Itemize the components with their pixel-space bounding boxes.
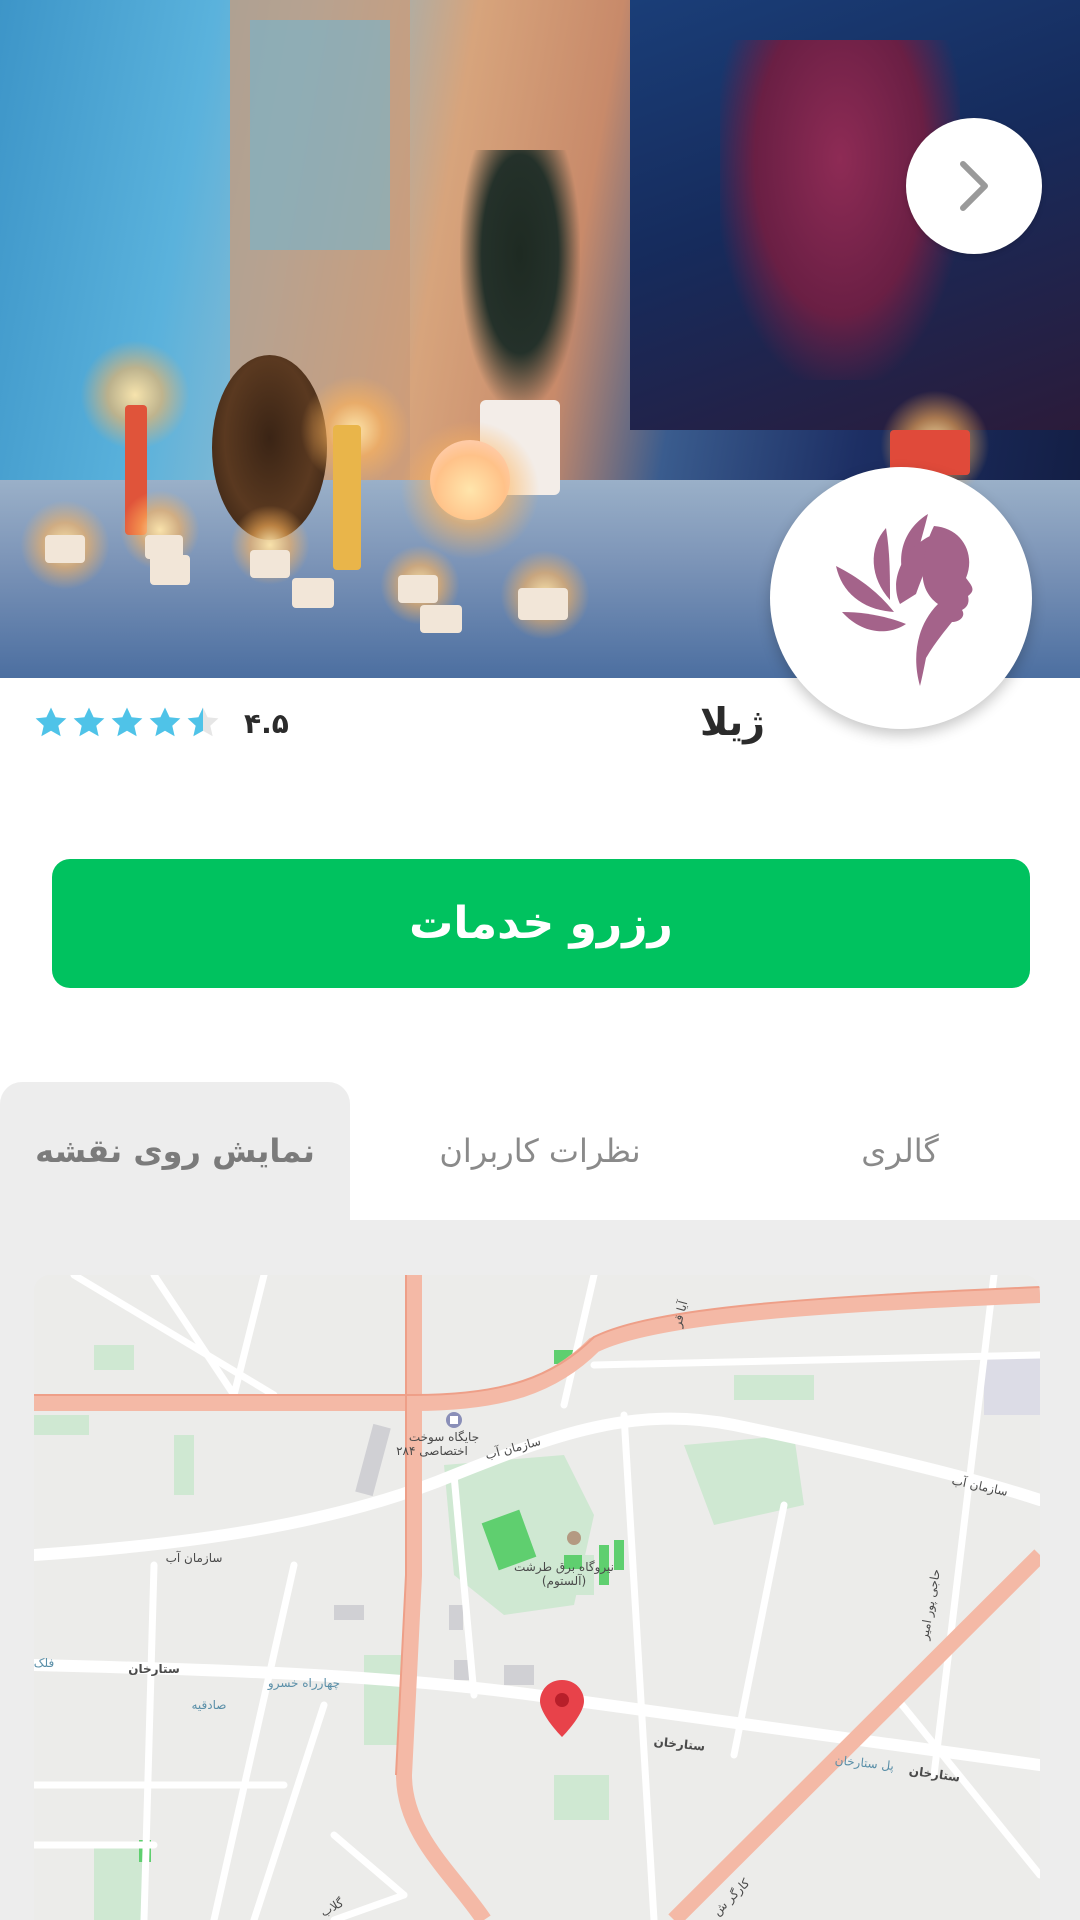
salon-name: ژیلا bbox=[700, 700, 765, 744]
map-label-falak: فلک bbox=[34, 1656, 54, 1670]
map-label-gas: جایگاه سوخت bbox=[409, 1430, 479, 1445]
map-label-sattarkhan-2: ستارخان bbox=[653, 1734, 706, 1753]
map-label-khosro: چهارراه خسرو bbox=[267, 1676, 340, 1691]
tab-user-reviews[interactable]: نظرات کاربران bbox=[380, 1082, 700, 1220]
candle-glow bbox=[400, 420, 540, 560]
map-label-sattarkhan-1: ستارخان bbox=[128, 1662, 180, 1676]
rating-value: ۴.۵ bbox=[244, 706, 289, 740]
map-view[interactable]: جایگاه سوخت اختصاصی ۲۸۴ نیروگاه برق طرشت… bbox=[34, 1275, 1040, 1920]
map-label-gas-2: اختصاصی ۲۸۴ bbox=[396, 1444, 468, 1458]
map-label-haji: حاجی پور امیر bbox=[917, 1568, 944, 1642]
map-label-water-2: سازمان آب bbox=[166, 1550, 223, 1566]
map-label-sadeghieh: صادقیه bbox=[192, 1698, 227, 1712]
chevron-right-icon bbox=[960, 161, 988, 211]
rating: ۴.۵ bbox=[32, 704, 289, 742]
plant bbox=[460, 150, 580, 410]
power-plant-icon bbox=[567, 1531, 581, 1545]
book-services-button[interactable]: رزرو خدمات bbox=[52, 859, 1030, 988]
map-panel: جایگاه سوخت اختصاصی ۲۸۴ نیروگاه برق طرشت… bbox=[0, 1220, 1080, 1920]
salon-logo bbox=[770, 467, 1032, 729]
map-label-power-2: (آلستوم) bbox=[542, 1573, 586, 1589]
star-full-icon bbox=[35, 707, 67, 737]
tealight bbox=[250, 550, 290, 578]
star-full-icon bbox=[73, 707, 105, 737]
map-pin-icon[interactable] bbox=[540, 1680, 584, 1737]
tab-bar: گالری نظرات کاربران نمایش روی نقشه bbox=[0, 1082, 1080, 1220]
tall-candle-yellow bbox=[333, 425, 361, 570]
gas-station-icon bbox=[446, 1412, 462, 1428]
star-full-icon bbox=[111, 707, 143, 737]
tealight bbox=[518, 588, 568, 620]
map-canvas: جایگاه سوخت اختصاصی ۲۸۴ نیروگاه برق طرشت… bbox=[34, 1275, 1040, 1920]
tealight bbox=[292, 578, 334, 608]
tealight bbox=[398, 575, 438, 603]
star-full-icon bbox=[149, 707, 181, 737]
tab-show-on-map[interactable]: نمایش روی نقشه bbox=[0, 1082, 350, 1220]
rating-stars bbox=[32, 704, 222, 742]
woman-leaf-logo-icon bbox=[836, 514, 973, 686]
tealight bbox=[420, 605, 462, 633]
map-label-power: نیروگاه برق طرشت bbox=[514, 1560, 614, 1575]
map-label-pol: پل ستارخان bbox=[834, 1753, 895, 1774]
tealight bbox=[150, 555, 190, 585]
tab-gallery[interactable]: گالری bbox=[770, 1082, 1030, 1220]
next-image-button[interactable] bbox=[906, 118, 1042, 254]
tealight bbox=[45, 535, 85, 563]
shelf-compartment bbox=[250, 20, 390, 250]
star-half-icon bbox=[187, 707, 219, 737]
